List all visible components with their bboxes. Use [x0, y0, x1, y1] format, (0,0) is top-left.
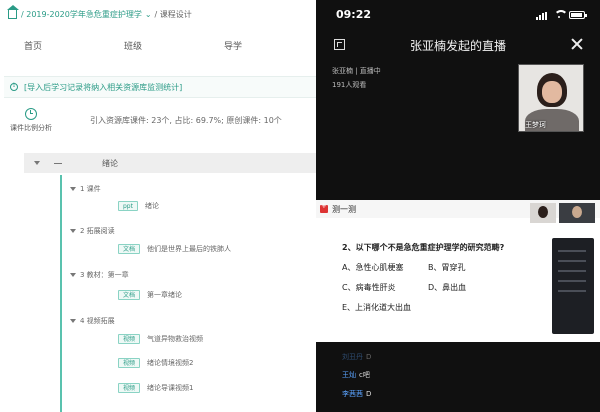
chat-text: c吧 [359, 371, 370, 379]
resource-title[interactable]: 气道异物救治视频 [147, 334, 203, 344]
resource-title[interactable]: 绪论 [145, 201, 159, 211]
participant-camera[interactable]: 王梦珂 [518, 64, 584, 132]
quiz-title: 测一测 [332, 205, 356, 214]
collapse-triangle-icon[interactable] [70, 319, 76, 323]
resource-title[interactable]: 绪论情境视频2 [147, 358, 193, 368]
resource-item[interactable]: ppt 绪论 [118, 201, 159, 211]
slide-thumbnail-panel [552, 238, 594, 334]
mini-camera-1[interactable] [530, 203, 556, 223]
chat-user: 王灿 [342, 371, 356, 379]
collapse-triangle-icon[interactable] [70, 229, 76, 233]
quiz-option-e[interactable]: E、上消化道大出血 [342, 302, 411, 313]
section-extended-reading[interactable]: 2 拓展阅读 [70, 226, 115, 236]
chevron-down-icon[interactable]: ⌄ [145, 10, 152, 19]
collapse-triangle-icon[interactable] [34, 161, 40, 165]
courseware-stats: 课件比例分析 引入资源库课件: 23个, 占比: 69.7%; 原创课件: 10… [0, 100, 316, 140]
resource-type-tag: 视频 [118, 358, 141, 368]
resource-title[interactable]: 第一章绪论 [147, 290, 182, 300]
status-time: 09:22 [336, 8, 372, 21]
section-label: 1 课件 [80, 185, 101, 193]
tab-home[interactable]: 首页 [0, 36, 100, 58]
live-title: 张亚楠发起的直播 [409, 39, 506, 53]
chapter-title: 绪论 [102, 158, 118, 168]
resource-type-tag: 文档 [118, 290, 141, 300]
quiz-question: 2、以下哪个不是急危重症护理学的研究范畴? [342, 243, 505, 252]
course-nav: 首页 班级 导学 [0, 36, 316, 58]
collapse-triangle-icon[interactable] [70, 273, 76, 277]
resource-item[interactable]: 视频 绪论情境视频2 [118, 358, 193, 368]
mini-camera-2[interactable] [559, 203, 595, 223]
section-courseware[interactable]: 1 课件 [70, 184, 101, 194]
host-status: 张亚楠 | 直播中 [332, 67, 381, 75]
quiz-slide: 测一测 2、以下哪个不是急危重症护理学的研究范畴? A、急性心肌梗塞 B、胃穿孔… [316, 200, 600, 342]
tab-guide[interactable]: 导学 [200, 36, 300, 58]
breadcrumb-course[interactable]: / 2019-2020学年急危重症护理学 [21, 9, 142, 20]
home-icon[interactable] [7, 4, 19, 19]
participant-face [542, 81, 562, 103]
chat-text: D [366, 353, 372, 361]
info-icon [10, 82, 18, 91]
quiz-option-d[interactable]: D、鼻出血 [428, 282, 466, 293]
live-stream-panel: 09:22 张亚楠发起的直播 张亚楠 | 直播中 191人观看 王梦珂 测一测 … [316, 0, 600, 412]
section-label: 2 拓展阅读 [80, 227, 115, 235]
chat-message: 王灿 c吧 [342, 370, 370, 380]
resource-title[interactable]: 绪论导课视频1 [147, 383, 193, 393]
chat-message: 李茜茜 D [342, 389, 371, 399]
signal-icon [536, 12, 548, 20]
resource-type-tag: ppt [118, 201, 138, 211]
participant-name: 王梦珂 [525, 121, 546, 129]
resource-item[interactable]: 文档 第一章绪论 [118, 290, 182, 300]
chat-user: 刘丑丹 [342, 353, 363, 361]
section-textbook[interactable]: 3 教材：第一章 [70, 270, 129, 280]
resource-type-tag: 文档 [118, 244, 141, 254]
resource-item[interactable]: 视频 气道异物救治视频 [118, 334, 203, 344]
resource-item[interactable]: 视频 绪论导课视频1 [118, 383, 193, 393]
collapse-triangle-icon[interactable] [70, 187, 76, 191]
chapter-tree-line [60, 175, 62, 412]
quiz-flag-icon [320, 202, 328, 213]
clock-icon [25, 107, 37, 120]
close-icon[interactable] [570, 37, 584, 51]
import-notice: [导入后学习记录将纳入相关资源库监测统计] [4, 76, 316, 98]
courseware-analysis-label: 课件比例分析 [10, 123, 52, 132]
chapter-number [54, 162, 62, 164]
course-panel: / 2019-2020学年急危重症护理学 ⌄ / 课程设计 首页 班级 导学 [… [0, 0, 316, 412]
phone-status-bar: 09:22 [316, 0, 600, 26]
resource-title[interactable]: 他们是世界上最后的铁肺人 [147, 244, 231, 254]
tab-class[interactable]: 班级 [100, 36, 200, 58]
import-notice-text: [导入后学习记录将纳入相关资源库监测统计] [24, 82, 183, 92]
section-label: 3 教材：第一章 [80, 271, 129, 279]
chat-user: 李茜茜 [342, 390, 363, 398]
breadcrumb-current: / 课程设计 [154, 9, 192, 19]
section-label: 4 视频拓展 [80, 317, 115, 325]
battery-icon [569, 11, 587, 19]
courseware-summary: 引入资源库课件: 23个, 占比: 69.7%; 原创课件: 10个 [90, 115, 282, 125]
quiz-header: 测一测 [316, 200, 600, 218]
wifi-icon [554, 10, 568, 18]
resource-item[interactable]: 文档 他们是世界上最后的铁肺人 [118, 244, 231, 254]
live-header: 张亚楠发起的直播 [316, 34, 600, 56]
quiz-option-a[interactable]: A、急性心肌梗塞 [342, 262, 403, 273]
viewer-count: 191人观看 [332, 81, 367, 89]
quiz-option-b[interactable]: B、胃穿孔 [428, 262, 466, 273]
chapter-header[interactable]: 绪论 [24, 153, 316, 173]
courseware-analysis-button[interactable]: 课件比例分析 [0, 100, 62, 140]
quiz-option-c[interactable]: C、病毒性肝炎 [342, 282, 396, 293]
resource-type-tag: 视频 [118, 383, 141, 393]
chat-text: D [366, 390, 372, 398]
chat-message: 刘丑丹 D [342, 352, 371, 362]
section-video[interactable]: 4 视频拓展 [70, 316, 115, 326]
resource-type-tag: 视频 [118, 334, 141, 344]
breadcrumb: / 2019-2020学年急危重症护理学 ⌄ / 课程设计 [7, 4, 192, 20]
